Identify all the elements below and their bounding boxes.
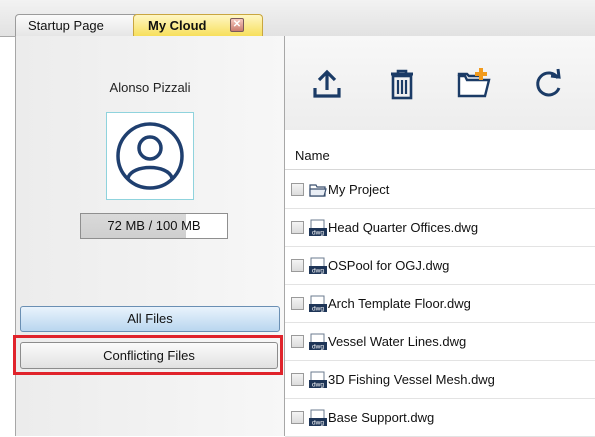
new-folder-button[interactable]: [455, 66, 491, 102]
list-item[interactable]: dwg Base Support.dwg: [285, 399, 595, 437]
user-avatar-icon: [116, 122, 184, 190]
tab-my-cloud[interactable]: My Cloud ✕: [133, 14, 263, 36]
row-checkbox[interactable]: [291, 221, 304, 234]
storage-quota: 72 MB / 100 MB: [80, 213, 228, 239]
dwg-file-icon: dwg: [309, 295, 327, 313]
svg-text:dwg: dwg: [312, 344, 324, 351]
dwg-file-icon: dwg: [309, 371, 327, 389]
file-name: 3D Fishing Vessel Mesh.dwg: [328, 372, 495, 387]
tab-label: My Cloud: [148, 18, 207, 33]
delete-button[interactable]: [384, 66, 420, 102]
user-name: Alonso Pizzali: [109, 80, 191, 95]
upload-icon: [313, 69, 341, 98]
conflicting-files-button[interactable]: Conflicting Files: [20, 342, 278, 369]
file-name: Vessel Water Lines.dwg: [328, 334, 467, 349]
upload-button[interactable]: [309, 66, 345, 102]
row-checkbox[interactable]: [291, 297, 304, 310]
column-header-name[interactable]: Name: [285, 142, 595, 170]
list-item[interactable]: dwg OSPool for OGJ.dwg: [285, 247, 595, 285]
row-checkbox[interactable]: [291, 259, 304, 272]
dwg-file-icon: dwg: [309, 409, 327, 427]
tab-startup-page[interactable]: Startup Page: [15, 14, 139, 36]
avatar: [106, 112, 194, 200]
delete-icon: [391, 69, 413, 100]
close-icon[interactable]: ✕: [230, 18, 244, 32]
dwg-file-icon: dwg: [309, 219, 327, 237]
svg-text:dwg: dwg: [312, 306, 324, 313]
list-item[interactable]: dwg Arch Template Floor.dwg: [285, 285, 595, 323]
tab-label: Startup Page: [28, 18, 104, 33]
row-checkbox[interactable]: [291, 183, 304, 196]
list-item[interactable]: dwg Vessel Water Lines.dwg: [285, 323, 595, 361]
file-name: My Project: [328, 182, 390, 197]
list-item[interactable]: dwg Head Quarter Offices.dwg: [285, 209, 595, 247]
new-folder-icon: [457, 68, 491, 98]
all-files-button[interactable]: All Files: [20, 306, 280, 332]
toolbar: [285, 36, 595, 131]
folder-icon: [309, 184, 327, 197]
dwg-file-icon: dwg: [309, 333, 327, 351]
svg-text:dwg: dwg: [312, 382, 324, 389]
svg-text:dwg: dwg: [312, 420, 324, 427]
file-name: Base Support.dwg: [328, 410, 435, 425]
refresh-icon: [536, 68, 561, 97]
refresh-button[interactable]: [531, 66, 567, 102]
storage-quota-text: 72 MB / 100 MB: [107, 218, 201, 233]
file-name: Head Quarter Offices.dwg: [328, 220, 479, 235]
file-list: Name My Project dwg Head Quarter Offices…: [285, 130, 595, 437]
row-checkbox[interactable]: [291, 373, 304, 386]
file-name: OSPool for OGJ.dwg: [328, 258, 450, 273]
tab-strip: Startup Page My Cloud ✕: [0, 0, 595, 37]
list-item[interactable]: dwg 3D Fishing Vessel Mesh.dwg: [285, 361, 595, 399]
account-panel: Alonso Pizzali 72 MB / 100 MB All Files …: [13, 36, 285, 436]
row-checkbox[interactable]: [291, 335, 304, 348]
svg-text:dwg: dwg: [312, 230, 324, 237]
row-checkbox[interactable]: [291, 411, 304, 424]
file-name: Arch Template Floor.dwg: [328, 296, 471, 311]
svg-text:dwg: dwg: [312, 268, 324, 275]
dwg-file-icon: dwg: [309, 257, 327, 275]
list-item[interactable]: My Project: [285, 171, 595, 209]
